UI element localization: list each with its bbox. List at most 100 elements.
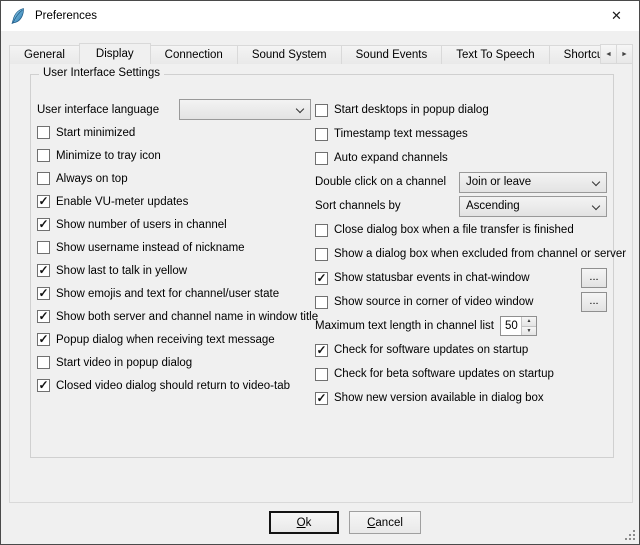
tab-connection[interactable]: Connection bbox=[150, 45, 238, 64]
checkbox[interactable] bbox=[37, 356, 50, 369]
checkbox-row-start-minimized[interactable]: Start minimized bbox=[37, 121, 311, 144]
sort-channels-combobox[interactable]: Ascending bbox=[459, 196, 607, 217]
checkbox-row-timestamp[interactable]: Timestamp text messages bbox=[315, 122, 607, 146]
checkbox-row-closed-video-return[interactable]: Closed video dialog should return to vid… bbox=[37, 374, 311, 397]
checkbox-label: Show source in corner of video window bbox=[334, 296, 533, 308]
checkbox-row-number-of-users[interactable]: Show number of users in channel bbox=[37, 213, 311, 236]
checkbox-row-new-version-dialog[interactable]: Show new version available in dialog box bbox=[315, 386, 607, 410]
tab-scroller: ◄ ► bbox=[600, 44, 633, 64]
checkbox-row-vu-meter[interactable]: Enable VU-meter updates bbox=[37, 190, 311, 213]
tab-sound-system[interactable]: Sound System bbox=[237, 45, 342, 64]
checkbox-label: Show number of users in channel bbox=[56, 219, 227, 231]
spin-down-button[interactable]: ▼ bbox=[522, 327, 536, 336]
checkbox-label: Show username instead of nickname bbox=[56, 242, 245, 254]
max-text-length-value: 50 bbox=[501, 317, 521, 335]
chevron-down-icon bbox=[592, 201, 600, 209]
chevron-down-icon bbox=[296, 105, 304, 113]
checkbox-label: Close dialog box when a file transfer is… bbox=[334, 224, 574, 236]
tab-text-to-speech[interactable]: Text To Speech bbox=[441, 45, 549, 64]
video-source-more-button[interactable]: ... bbox=[581, 292, 607, 312]
checkbox[interactable] bbox=[37, 287, 50, 300]
checkbox-label: Timestamp text messages bbox=[334, 128, 468, 140]
checkbox-row-file-transfer[interactable]: Close dialog box when a file transfer is… bbox=[315, 218, 607, 242]
checkbox-row-desktops-popup[interactable]: Start desktops in popup dialog bbox=[315, 98, 607, 122]
checkbox[interactable] bbox=[315, 344, 328, 357]
right-column: Start desktops in popup dialog Timestamp… bbox=[315, 98, 607, 410]
checkbox[interactable] bbox=[37, 126, 50, 139]
checkbox[interactable] bbox=[315, 248, 328, 261]
checkbox-label: Always on top bbox=[56, 173, 128, 185]
checkbox-label: Check for beta software updates on start… bbox=[334, 368, 554, 380]
checkbox[interactable] bbox=[37, 379, 50, 392]
checkbox[interactable] bbox=[37, 310, 50, 323]
language-combobox[interactable] bbox=[179, 99, 311, 120]
resize-grip[interactable] bbox=[623, 528, 637, 542]
checkbox[interactable] bbox=[315, 128, 328, 141]
tab-sound-events[interactable]: Sound Events bbox=[341, 45, 443, 64]
ok-button[interactable]: Ok bbox=[269, 511, 339, 534]
checkbox-label: Start video in popup dialog bbox=[56, 357, 192, 369]
checkbox-row-statusbar-events[interactable]: Show statusbar events in chat-window ... bbox=[315, 266, 607, 290]
checkbox[interactable] bbox=[37, 333, 50, 346]
checkbox[interactable] bbox=[315, 152, 328, 165]
cancel-button-label: Cancel bbox=[367, 517, 403, 529]
language-label: User interface language bbox=[37, 104, 159, 116]
max-text-length-spinbox[interactable]: 50 ▲ ▼ bbox=[500, 316, 537, 336]
cancel-button[interactable]: Cancel bbox=[349, 511, 421, 534]
doubleclick-combobox[interactable]: Join or leave bbox=[459, 172, 607, 193]
checkbox[interactable] bbox=[315, 368, 328, 381]
checkbox-label: Auto expand channels bbox=[334, 152, 448, 164]
checkbox-row-video-source-corner[interactable]: Show source in corner of video window ..… bbox=[315, 290, 607, 314]
tab-display[interactable]: Display bbox=[79, 43, 151, 64]
doubleclick-label: Double click on a channel bbox=[315, 176, 446, 188]
tab-scroll-right-button[interactable]: ► bbox=[616, 44, 633, 64]
checkbox[interactable] bbox=[37, 241, 50, 254]
ellipsis-icon: ... bbox=[589, 295, 598, 307]
tab-label: Sound Events bbox=[356, 49, 428, 61]
checkbox[interactable] bbox=[37, 172, 50, 185]
checkbox-label: Show last to talk in yellow bbox=[56, 265, 187, 277]
language-row: User interface language bbox=[37, 98, 311, 121]
checkbox-row-minimize-to-tray[interactable]: Minimize to tray icon bbox=[37, 144, 311, 167]
sort-channels-value: Ascending bbox=[466, 200, 520, 212]
checkbox[interactable] bbox=[37, 195, 50, 208]
checkbox-row-popup-text-message[interactable]: Popup dialog when receiving text message bbox=[37, 328, 311, 351]
checkbox-label: Start minimized bbox=[56, 127, 135, 139]
checkbox-row-software-updates[interactable]: Check for software updates on startup bbox=[315, 338, 607, 362]
checkbox-label: Minimize to tray icon bbox=[56, 150, 161, 162]
close-button[interactable]: ✕ bbox=[594, 1, 639, 31]
checkbox[interactable] bbox=[37, 149, 50, 162]
tab-label: Display bbox=[96, 48, 134, 60]
spin-up-button[interactable]: ▲ bbox=[522, 317, 536, 327]
checkbox[interactable] bbox=[315, 272, 328, 285]
tab-label: Text To Speech bbox=[456, 49, 534, 61]
checkbox-label: Show both server and channel name in win… bbox=[56, 311, 318, 323]
checkbox[interactable] bbox=[315, 296, 328, 309]
arrow-up-icon: ▲ bbox=[526, 318, 531, 324]
checkbox[interactable] bbox=[315, 104, 328, 117]
checkbox-row-auto-expand[interactable]: Auto expand channels bbox=[315, 146, 607, 170]
checkbox[interactable] bbox=[315, 392, 328, 405]
display-tab-page: User Interface Settings User interface l… bbox=[9, 63, 633, 503]
title-bar[interactable]: Preferences ✕ bbox=[1, 1, 639, 31]
user-interface-settings-group: User Interface Settings User interface l… bbox=[30, 74, 614, 458]
checkbox-label: Show statusbar events in chat-window bbox=[334, 272, 530, 284]
checkbox-row-always-on-top[interactable]: Always on top bbox=[37, 167, 311, 190]
statusbar-events-more-button[interactable]: ... bbox=[581, 268, 607, 288]
tab-scroll-left-button[interactable]: ◄ bbox=[600, 44, 617, 64]
checkbox-row-server-channel-title[interactable]: Show both server and channel name in win… bbox=[37, 305, 311, 328]
checkbox-row-emojis[interactable]: Show emojis and text for channel/user st… bbox=[37, 282, 311, 305]
close-icon: ✕ bbox=[611, 8, 622, 24]
checkbox-row-beta-updates[interactable]: Check for beta software updates on start… bbox=[315, 362, 607, 386]
checkbox[interactable] bbox=[37, 218, 50, 231]
checkbox-row-username-instead[interactable]: Show username instead of nickname bbox=[37, 236, 311, 259]
checkbox[interactable] bbox=[315, 224, 328, 237]
tab-general[interactable]: General bbox=[9, 45, 80, 64]
checkbox-label: Closed video dialog should return to vid… bbox=[56, 380, 290, 392]
checkbox-row-last-to-talk[interactable]: Show last to talk in yellow bbox=[37, 259, 311, 282]
checkbox-row-video-popup[interactable]: Start video in popup dialog bbox=[37, 351, 311, 374]
ok-button-label: Ok bbox=[297, 517, 312, 529]
chevron-down-icon bbox=[592, 177, 600, 185]
checkbox-row-excluded-dialog[interactable]: Show a dialog box when excluded from cha… bbox=[315, 242, 607, 266]
checkbox[interactable] bbox=[37, 264, 50, 277]
